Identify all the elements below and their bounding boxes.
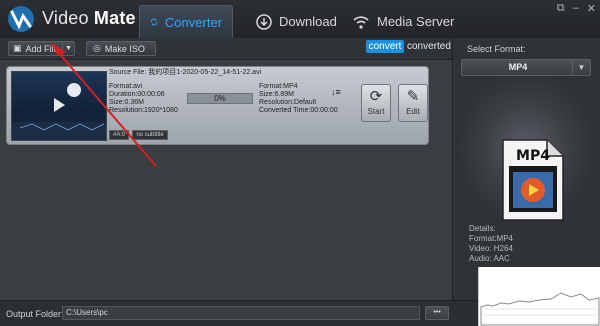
- output-folder-field[interactable]: C:\Users\pc: [62, 306, 420, 320]
- format-panel: Select Format: MP4 ▼ MP4 Details: Format…: [452, 38, 600, 300]
- tab-converter[interactable]: Converter: [139, 5, 233, 38]
- format-details: Details: Format:MP4 Video: H264 Audio: A…: [469, 224, 513, 264]
- make-iso-label: Make ISO: [104, 43, 145, 54]
- tab-download[interactable]: Download: [246, 5, 347, 38]
- input-format: Format:avi: [109, 83, 143, 90]
- sort-icon[interactable]: ↓≡: [331, 87, 341, 97]
- add-file-icon: ▣: [13, 43, 22, 53]
- add-file-label: Add File: [25, 43, 59, 54]
- source-file-label: Source File: 我的项目1-2020-05-22_14-51-22.a…: [109, 69, 262, 76]
- format-select[interactable]: MP4 ▼: [461, 59, 591, 76]
- edit-button[interactable]: ✎ Edit: [398, 84, 428, 122]
- input-duration: Duration:00:00:06: [109, 91, 165, 98]
- wifi-icon: [353, 15, 369, 29]
- start-label: Start: [367, 107, 385, 116]
- output-info: Format:MP4 Size:6.89M Resolution:Default…: [259, 83, 338, 115]
- download-icon: [256, 13, 272, 30]
- tab-converter-label: Converter: [164, 14, 222, 30]
- progress-label: 0%: [214, 94, 226, 103]
- preview-overlay: [478, 267, 600, 326]
- title-bar: Video Mate Converter Download Media Serv…: [0, 0, 600, 38]
- track-row: #A:0 no subtitle: [109, 130, 168, 140]
- mp4-icon-text: MP4: [516, 148, 550, 164]
- refresh-icon: ⟳: [369, 88, 383, 105]
- details-audio: Audio: AAC: [469, 254, 510, 263]
- restore-icon[interactable]: ⧉: [557, 2, 565, 15]
- browse-button[interactable]: •••: [425, 306, 449, 320]
- disc-icon: ◎: [93, 43, 101, 53]
- tab-media-server-label: Media Server: [377, 14, 455, 29]
- start-button[interactable]: ⟳ Start: [361, 84, 391, 122]
- toolbar: ▣ Add File ▼ ◎ Make ISO convert converte…: [0, 38, 452, 60]
- output-size: Size:6.89M: [259, 91, 295, 98]
- format-preview-area: MP4: [461, 78, 591, 221]
- details-format: Format:MP4: [469, 234, 514, 243]
- app-title: Video Mate: [42, 8, 136, 28]
- app-logo-icon: [8, 6, 34, 32]
- details-title: Details:: [469, 224, 496, 233]
- output-resolution: Resolution:Default: [259, 99, 317, 106]
- window-controls: ⧉ – ✕: [557, 2, 596, 15]
- tab-media-server[interactable]: Media Server: [342, 5, 464, 38]
- input-info: Format:avi Duration:00:00:06 Size:0.36M …: [109, 83, 178, 115]
- add-file-dropdown-icon[interactable]: ▼: [62, 42, 74, 55]
- tab-download-label: Download: [279, 14, 337, 29]
- make-iso-button[interactable]: ◎ Make ISO: [86, 41, 156, 56]
- segment-convert[interactable]: convert: [366, 40, 404, 53]
- select-format-label: Select Format:: [467, 44, 526, 54]
- conversion-progress: 0%: [187, 93, 253, 104]
- preview-waveform: [480, 292, 600, 326]
- edit-label: Edit: [406, 107, 420, 116]
- edit-icon: ✎: [406, 88, 420, 105]
- refresh-icon: [150, 18, 158, 26]
- add-file-button[interactable]: ▣ Add File ▼: [8, 41, 75, 56]
- mp4-file-icon: MP4: [502, 139, 564, 221]
- video-thumbnail[interactable]: [11, 71, 107, 141]
- close-icon[interactable]: ✕: [587, 2, 596, 15]
- segment-converted[interactable]: converted: [407, 40, 451, 53]
- file-item[interactable]: Source File: 我的项目1-2020-05-22_14-51-22.a…: [6, 66, 429, 145]
- subtitle-select[interactable]: no subtitle: [132, 130, 168, 140]
- video-thumbnail-image: [12, 72, 106, 140]
- video-mate-window: Video Mate Converter Download Media Serv…: [0, 0, 600, 326]
- format-select-value: MP4: [508, 62, 528, 72]
- file-list: Source File: 我的项目1-2020-05-22_14-51-22.a…: [0, 60, 452, 300]
- minimize-icon[interactable]: –: [573, 2, 579, 15]
- output-format: Format:MP4: [259, 83, 298, 90]
- output-converted-time: Converted Time:00:00:00: [259, 107, 338, 114]
- input-size: Size:0.36M: [109, 99, 145, 106]
- input-resolution: Resolution:1920*1080: [109, 107, 178, 114]
- output-folder-label: Output Folder:: [6, 309, 64, 319]
- audio-track-select[interactable]: #A:0: [109, 130, 130, 140]
- details-video: Video: H264: [469, 244, 513, 253]
- chevron-down-icon[interactable]: ▼: [572, 60, 590, 75]
